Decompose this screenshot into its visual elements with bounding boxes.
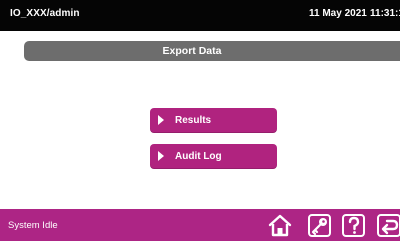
top-bar: IO_XXX/admin 11 May 2021 11:31:1	[0, 0, 400, 31]
help-button[interactable]	[341, 212, 367, 238]
help-icon	[342, 214, 365, 237]
audit-log-button-label: Audit Log	[175, 151, 222, 162]
back-icon	[377, 214, 400, 237]
main-content: Export Data Results Audit Log	[0, 31, 400, 209]
results-button-label: Results	[175, 115, 212, 126]
key-icon	[308, 214, 331, 237]
arrow-right-icon	[158, 151, 164, 161]
audit-log-button[interactable]: Audit Log	[150, 144, 277, 169]
key-button[interactable]	[307, 212, 333, 238]
time-display: 11:31:1	[370, 8, 400, 19]
page-title: Export Data	[24, 41, 400, 61]
home-button[interactable]	[267, 212, 293, 238]
back-button[interactable]	[376, 212, 400, 238]
home-icon	[268, 214, 292, 237]
arrow-right-icon	[158, 115, 164, 125]
results-button[interactable]: Results	[150, 108, 277, 133]
date-display: 11 May 2021	[309, 8, 367, 19]
status-text: System Idle	[8, 220, 58, 231]
user-path: IO_XXX/admin	[10, 8, 80, 19]
bottom-bar: System Idle	[0, 209, 400, 241]
